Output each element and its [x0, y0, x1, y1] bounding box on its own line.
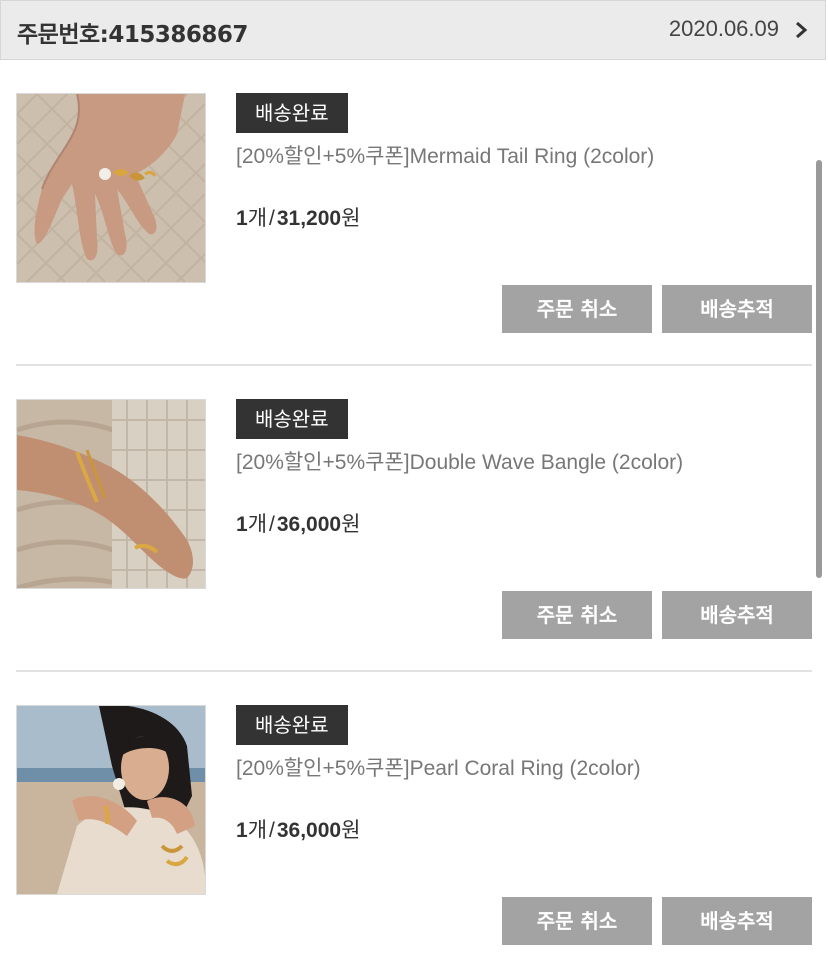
vertical-scrollbar[interactable] — [816, 160, 822, 578]
price-value: 31,200 — [276, 207, 342, 230]
separator: / — [269, 513, 275, 536]
price-value: 36,000 — [276, 513, 342, 536]
order-item-list: 배송완료 [20%할인+5%쿠폰]Mermaid Tail Ring (2col… — [0, 60, 828, 978]
quantity-price: 1개/36,000원 — [236, 814, 360, 844]
product-name[interactable]: [20%할인+5%쿠폰]Mermaid Tail Ring (2color) — [236, 140, 654, 170]
order-number-value: 415386867 — [108, 22, 248, 48]
cancel-order-button[interactable]: 주문 취소 — [502, 591, 652, 639]
quantity-unit: 개 — [247, 513, 268, 536]
status-badge: 배송완료 — [236, 705, 348, 745]
order-date: 2020.06.09 — [668, 16, 779, 41]
track-shipment-button[interactable]: 배송추적 — [662, 897, 812, 945]
status-badge: 배송완료 — [236, 399, 348, 439]
cancel-order-button[interactable]: 주문 취소 — [502, 897, 652, 945]
cancel-order-button[interactable]: 주문 취소 — [502, 285, 652, 333]
separator: / — [269, 207, 275, 230]
price-value: 36,000 — [276, 819, 342, 842]
quantity-value: 1 — [236, 819, 248, 842]
order-item: 배송완료 [20%할인+5%쿠폰]Double Wave Bangle (2co… — [0, 366, 828, 672]
currency-unit: 원 — [341, 819, 361, 842]
track-shipment-button[interactable]: 배송추적 — [662, 591, 812, 639]
product-name[interactable]: [20%할인+5%쿠폰]Pearl Coral Ring (2color) — [236, 752, 641, 782]
order-header[interactable]: 주문번호:415386867 2020.06.09 — [0, 0, 826, 60]
order-number: 주문번호:415386867 — [17, 15, 248, 49]
product-thumbnail[interactable] — [16, 705, 206, 895]
quantity-price: 1개/31,200원 — [236, 202, 360, 232]
order-item: 배송완료 [20%할인+5%쿠폰]Mermaid Tail Ring (2col… — [0, 60, 828, 366]
quantity-value: 1 — [236, 513, 248, 536]
quantity-price: 1개/36,000원 — [236, 508, 360, 538]
status-badge: 배송완료 — [236, 93, 348, 133]
quantity-unit: 개 — [247, 207, 268, 230]
separator: / — [269, 819, 275, 842]
currency-unit: 원 — [341, 513, 361, 536]
order-number-label: 주문번호: — [17, 22, 109, 48]
currency-unit: 원 — [341, 207, 361, 230]
product-name[interactable]: [20%할인+5%쿠폰]Double Wave Bangle (2color) — [236, 446, 683, 476]
chevron-right-icon[interactable] — [791, 20, 811, 40]
order-item: 배송완료 [20%할인+5%쿠폰]Pearl Coral Ring (2colo… — [0, 672, 828, 978]
quantity-value: 1 — [236, 207, 248, 230]
product-thumbnail[interactable] — [16, 93, 206, 283]
product-thumbnail[interactable] — [16, 399, 206, 589]
quantity-unit: 개 — [247, 819, 268, 842]
track-shipment-button[interactable]: 배송추적 — [662, 285, 812, 333]
